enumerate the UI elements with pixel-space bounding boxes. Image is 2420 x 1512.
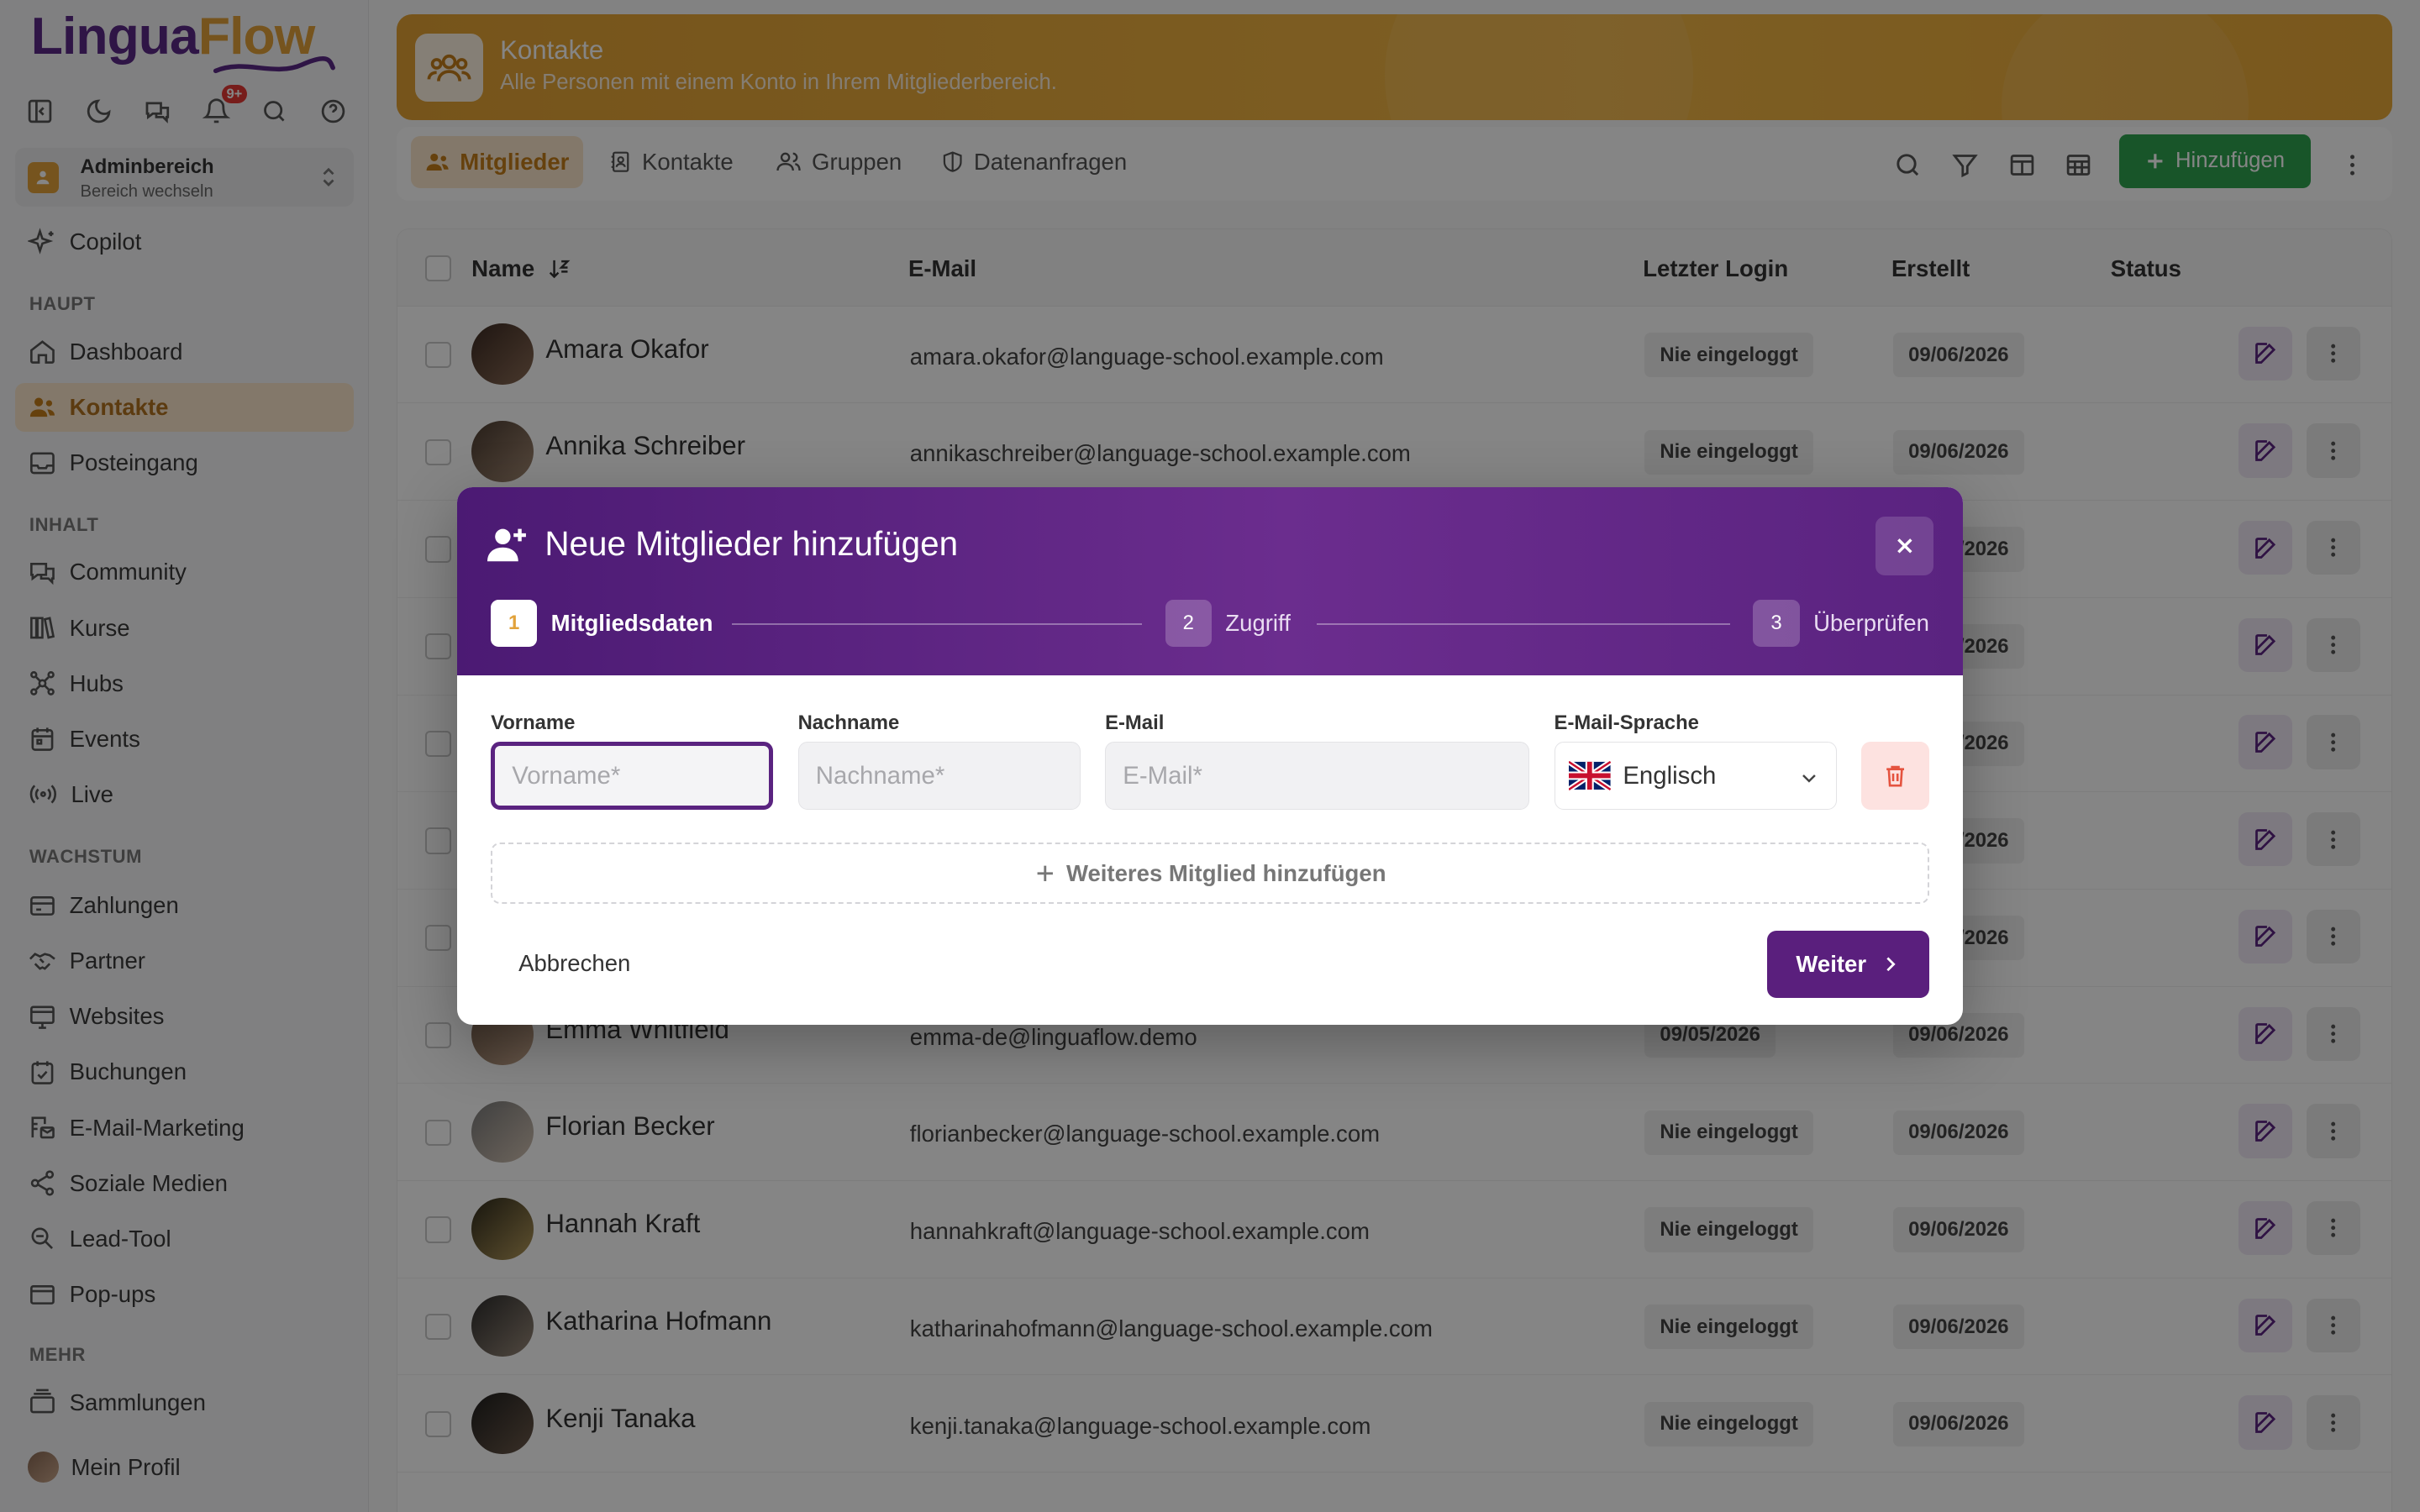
chevron-right-icon bbox=[1886, 957, 1897, 972]
chevron-down-icon bbox=[1802, 774, 1816, 783]
step-connector bbox=[731, 623, 1143, 625]
uk-flag-icon bbox=[1569, 761, 1611, 791]
step-1: 1 Mitgliedsdaten bbox=[491, 600, 713, 647]
delete-row-button[interactable] bbox=[1861, 742, 1929, 811]
step-3: 3 Überprüfen bbox=[1753, 600, 1929, 647]
step-2: 2 Zugriff bbox=[1165, 600, 1291, 647]
close-icon bbox=[1897, 538, 1912, 554]
step-connector bbox=[1316, 623, 1730, 625]
cancel-button[interactable]: Abbrechen bbox=[518, 950, 630, 977]
dialog-title: Neue Mitglieder hinzufügen bbox=[544, 524, 959, 564]
next-button[interactable]: Weiter bbox=[1767, 930, 1929, 999]
step-2-number: 2 bbox=[1165, 600, 1212, 647]
email-input[interactable] bbox=[1105, 742, 1530, 811]
email-label: E-Mail bbox=[1105, 711, 1165, 734]
next-button-label: Weiter bbox=[1796, 950, 1867, 977]
close-dialog-button[interactable] bbox=[1875, 517, 1934, 576]
nachname-input[interactable] bbox=[797, 742, 1081, 811]
nachname-label: Nachname bbox=[797, 711, 900, 734]
vorname-input[interactable] bbox=[491, 742, 774, 811]
dialog-header: Neue Mitglieder hinzufügen 1 Mitgliedsda… bbox=[456, 487, 1964, 676]
user-plus-icon bbox=[487, 528, 527, 562]
email-language-label: E-Mail-Sprache bbox=[1554, 711, 1699, 734]
trash-icon bbox=[1886, 766, 1904, 787]
vorname-label: Vorname bbox=[491, 711, 576, 734]
plus-icon bbox=[1037, 865, 1054, 881]
step-2-label: Zugriff bbox=[1225, 610, 1291, 637]
step-1-label: Mitgliedsdaten bbox=[550, 610, 713, 637]
email-language-value: Englisch bbox=[1623, 761, 1717, 790]
add-another-member-button[interactable]: Weiteres Mitglied hinzufügen bbox=[491, 842, 1929, 905]
step-1-number: 1 bbox=[491, 600, 538, 647]
step-3-label: Überprüfen bbox=[1813, 610, 1929, 637]
add-another-member-label: Weiteres Mitglied hinzufügen bbox=[1065, 859, 1386, 886]
step-3-number: 3 bbox=[1753, 600, 1800, 647]
add-members-dialog: Neue Mitglieder hinzufügen 1 Mitgliedsda… bbox=[456, 487, 1964, 1025]
email-language-select[interactable]: Englisch bbox=[1554, 742, 1837, 811]
